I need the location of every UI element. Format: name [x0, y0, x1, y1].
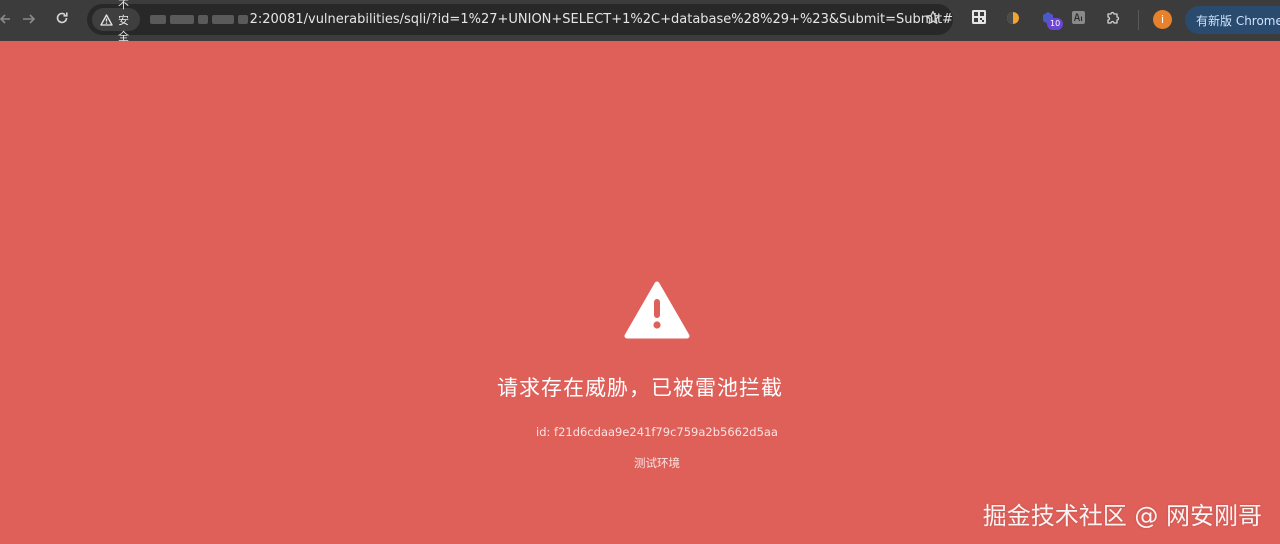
- warning-icon: [100, 13, 113, 26]
- address-bar[interactable]: 不安全 2:20081/vulnerabilities/sqli/?id=1%2…: [87, 0, 953, 43]
- extension-badge-button[interactable]: 10: [1037, 8, 1064, 30]
- puzzle-icon: [1105, 9, 1121, 29]
- extension-ai-button[interactable]: [1067, 8, 1089, 30]
- qr-code-icon: [971, 9, 987, 29]
- url-text[interactable]: 2:20081/vulnerabilities/sqli/?id=1%27+UN…: [250, 12, 953, 27]
- reload-button[interactable]: [49, 7, 75, 33]
- block-request-id: id: f21d6cdaa9e241f79c759a2b5662d5aa: [536, 425, 778, 439]
- security-chip[interactable]: 不安全: [92, 0, 140, 43]
- toolbar-divider: [1138, 10, 1139, 30]
- star-icon: [925, 10, 941, 30]
- profile-avatar[interactable]: i: [1153, 10, 1172, 29]
- new-chrome-button[interactable]: 有新版 Chrome: [1185, 6, 1280, 34]
- forward-button[interactable]: [16, 7, 42, 33]
- bookmark-button[interactable]: [925, 10, 941, 30]
- block-page: 请求存在威胁，已被雷池拦截 id: f21d6cdaa9e241f79c759a…: [0, 41, 1280, 544]
- extensions-menu-button[interactable]: [1102, 8, 1124, 30]
- block-environment: 测试环境: [634, 456, 680, 470]
- extension-moon-button[interactable]: [1002, 8, 1024, 30]
- arrow-left-icon: [0, 11, 11, 29]
- arrow-right-icon: [22, 11, 36, 29]
- half-moon-icon: [1006, 10, 1020, 29]
- warning-triangle-icon: [624, 281, 690, 343]
- reload-icon: [55, 11, 69, 29]
- redacted-host: [149, 15, 248, 24]
- extension-qr-button[interactable]: [968, 8, 990, 30]
- block-title: 请求存在威胁，已被雷池拦截: [497, 376, 783, 400]
- ai-icon: [1071, 10, 1086, 29]
- security-label: 不安全: [118, 0, 129, 43]
- browser-toolbar: 不安全 2:20081/vulnerabilities/sqli/?id=1%2…: [0, 0, 1280, 43]
- watermark: 掘金技术社区 @ 网安刚哥: [982, 502, 1262, 530]
- extension-badge-count: 10: [1047, 18, 1064, 30]
